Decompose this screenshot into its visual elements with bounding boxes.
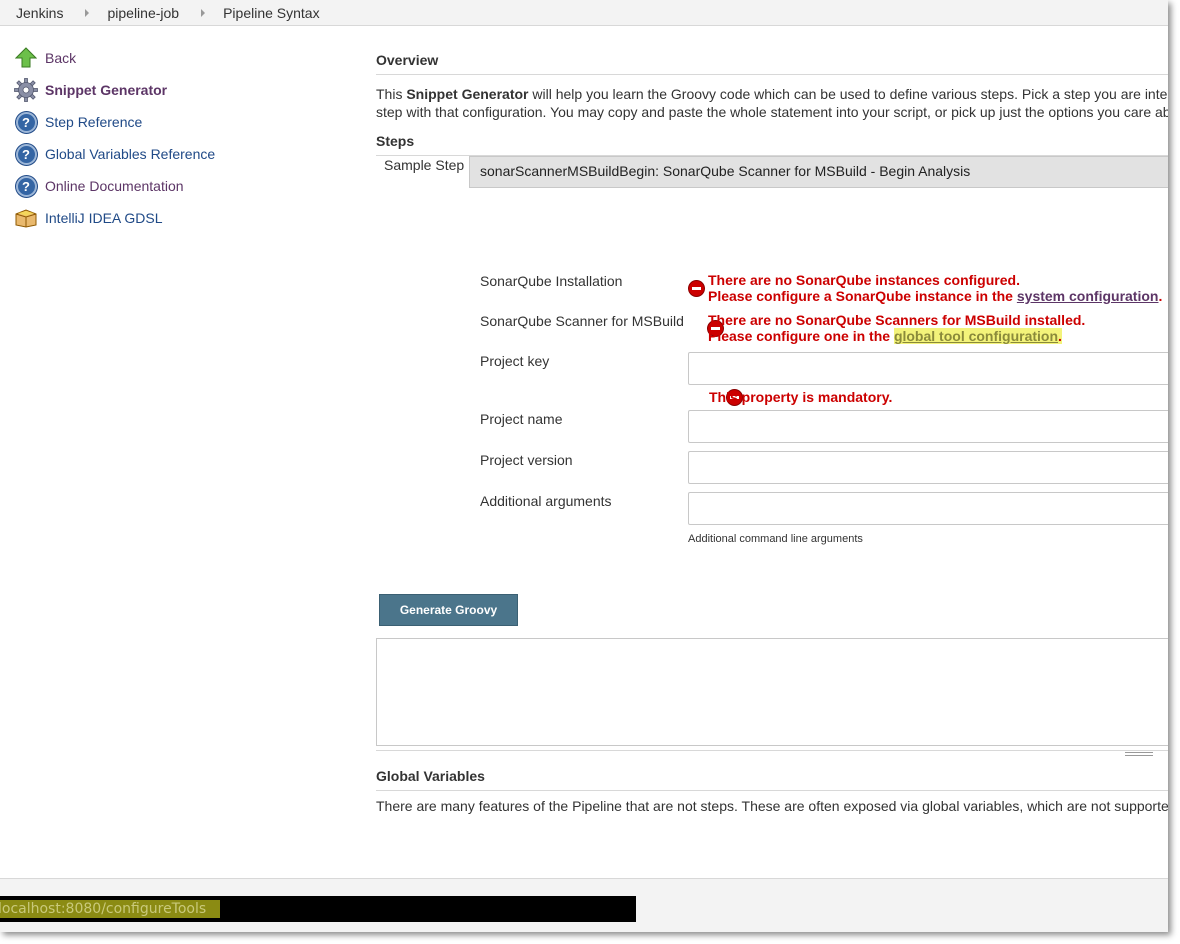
error-line: Please configure a SonarQube instance in… [708,288,1162,304]
sonarqube-scanner-label: SonarQube Scanner for MSBuild [480,313,684,329]
overview-text-part: will help you learn the Groovy code whic… [528,86,1168,102]
project-version-input[interactable] [688,451,1168,484]
breadcrumb-jenkins[interactable]: Jenkins [16,5,63,21]
additional-arguments-help: Additional command line arguments [688,533,863,545]
error-text: Please configure a SonarQube instance in… [708,288,1017,304]
breadcrumb-pipeline-job[interactable]: pipeline-job [107,5,179,21]
additional-arguments-label: Additional arguments [480,493,612,509]
gear-icon [14,78,38,102]
global-variables-text: There are many features of the Pipeline … [376,798,1168,814]
additional-arguments-input[interactable] [688,492,1168,525]
sidebar-item-intellij-gdsl[interactable]: IntelliJ IDEA GDSL [14,202,344,234]
help-icon: ? [14,174,38,198]
sidebar-item-label: Global Variables Reference [45,146,216,162]
sonarqube-installation-error: There are no SonarQube instances configu… [708,272,1162,304]
sidebar-item-step-reference[interactable]: ? Step Reference [14,106,344,138]
sidebar-item-label: Snippet Generator [45,82,168,98]
browser-status-bar: localhost:8080/configureTools [0,896,636,922]
textarea-resize-bar[interactable] [376,750,1168,756]
snippet-generator-emphasis: Snippet Generator [406,86,529,102]
side-panel: Back Snippet Generator ? Step Reference … [14,42,344,234]
jenkins-page: Jenkins pipeline-job Pipeline Syntax Bac… [0,0,1168,932]
sidebar-item-snippet-generator[interactable]: Snippet Generator [14,74,344,106]
generate-groovy-button[interactable]: Generate Groovy [379,594,518,626]
project-key-input[interactable] [688,352,1168,385]
error-text: Please configure one in the [708,328,894,344]
link-highlight: global tool configuration. [893,328,1062,344]
overview-text-part: step with that configuration. You may co… [376,104,1168,120]
breadcrumb-pipeline-syntax[interactable]: Pipeline Syntax [223,5,320,21]
global-tool-configuration-link[interactable]: global tool configuration [894,328,1058,344]
project-name-input[interactable] [688,410,1168,443]
error-line: Please configure one in the global tool … [708,328,1085,344]
sonarqube-scanner-error: There are no SonarQube Scanners for MSBu… [708,312,1085,344]
sidebar-item-global-variables-reference[interactable]: ? Global Variables Reference [14,138,344,170]
package-icon [14,206,38,230]
generated-code-textarea[interactable] [376,638,1168,746]
up-arrow-icon [14,46,38,70]
sidebar-item-label: Step Reference [45,114,143,130]
resize-grip-icon[interactable] [1125,752,1153,756]
error-line: There are no SonarQube instances configu… [708,272,1020,288]
help-icon: ? [14,110,38,134]
overview-heading: Overview [376,42,1168,75]
project-version-label: Project version [480,452,573,468]
sidebar-item-online-documentation[interactable]: ? Online Documentation [14,170,344,202]
steps-heading: Steps [376,133,1168,156]
overview-text: This Snippet Generator will help you lea… [376,85,1168,121]
error-text: . [1058,328,1062,344]
system-configuration-link[interactable]: system configuration [1017,288,1159,304]
sidebar-item-label: Online Documentation [45,178,184,194]
global-variables-heading: Global Variables [376,768,1168,791]
breadcrumb-separator-icon[interactable] [201,8,206,17]
help-icon: ? [14,142,38,166]
error-text: . [1158,288,1163,304]
project-name-label: Project name [480,411,563,427]
sidebar-item-back[interactable]: Back [14,42,344,74]
project-key-label: Project key [480,353,550,369]
sample-step-label: Sample Step [384,157,465,173]
error-line: There are no SonarQube Scanners for MSBu… [708,312,1086,328]
sonarqube-installation-label: SonarQube Installation [480,273,623,289]
error-icon [689,281,704,296]
sample-step-select[interactable]: sonarScannerMSBuildBegin: SonarQube Scan… [469,156,1168,188]
main-panel: Overview This Snippet Generator will hel… [376,42,1168,156]
overview-text-part: This [376,86,407,102]
sidebar-item-label: IntelliJ IDEA GDSL [45,210,163,226]
breadcrumb-separator-icon[interactable] [85,8,90,17]
sidebar-item-label: Back [45,50,77,66]
project-key-error: This property is mandatory. [709,389,893,405]
status-url: localhost:8080/configureTools [0,900,221,918]
breadcrumb: Jenkins pipeline-job Pipeline Syntax [0,0,1168,26]
